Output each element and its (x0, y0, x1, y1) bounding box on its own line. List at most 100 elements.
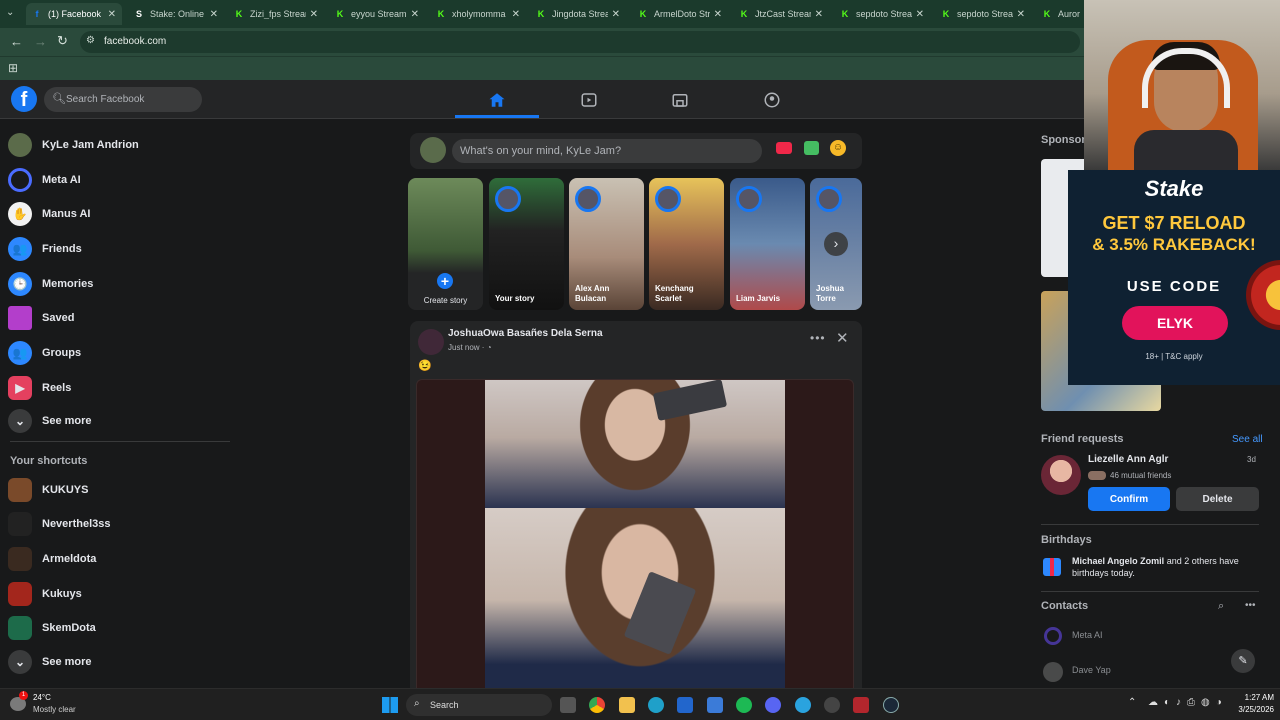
nav-home-tab[interactable] (455, 80, 539, 119)
confirm-button[interactable]: Confirm (1088, 487, 1170, 511)
site-info-icon[interactable]: ⚙ (86, 35, 95, 46)
story-card[interactable]: Liam Jarvis (730, 178, 805, 310)
sidebar-item-friends[interactable]: 👥 Friends (8, 232, 228, 266)
windows-start-icon[interactable] (382, 697, 398, 713)
story-card[interactable]: Your story (489, 178, 564, 310)
contacts-search-icon[interactable]: ⌕ (1218, 600, 1224, 613)
tab-close-icon[interactable]: ✕ (612, 9, 620, 20)
nav-groups-tab[interactable] (730, 80, 814, 119)
nav-marketplace-tab[interactable] (638, 80, 722, 119)
sidebar-item-see-more[interactable]: ⌄ See more (8, 404, 228, 438)
browser-tab[interactable]: K Zizi_fps Stream ✕ (228, 3, 324, 25)
create-story-card[interactable]: + Create story (408, 178, 483, 310)
birthdays-text[interactable]: Michael Angelo Zomil and 2 others have b… (1072, 555, 1257, 579)
sidebar-item-kyle-jam-andrion[interactable]: KyLe Jam Andrion (8, 128, 228, 162)
weather-temp[interactable]: 24°C (33, 693, 51, 702)
browser-tab[interactable]: Kxholymomma ✕ (430, 3, 526, 25)
tab-close-icon[interactable]: ✕ (310, 9, 318, 20)
tab-close-icon[interactable]: ✕ (714, 9, 722, 20)
task-view-icon[interactable] (560, 697, 576, 713)
shortcut-item[interactable]: KUKUYS (8, 473, 228, 507)
post-author[interactable]: JoshuaOwa Basañes Dela Serna (448, 328, 603, 339)
sidebar-item-groups[interactable]: 👥 Groups (8, 336, 228, 370)
browser-tab[interactable]: Ksepdoto Strea ✕ (935, 3, 1031, 25)
ad-code-button[interactable]: ELYK (1122, 306, 1228, 340)
feeling-icon[interactable]: ☺ (830, 140, 846, 156)
browser-tab[interactable]: K JtzCast Stream ✕ (733, 3, 829, 25)
reload-icon[interactable]: ↻ (57, 33, 68, 49)
tab-close-icon[interactable]: ✕ (210, 9, 218, 20)
stories-next-button[interactable]: › (824, 232, 848, 256)
chrome-icon[interactable] (589, 697, 605, 713)
tab-close-icon[interactable]: ✕ (411, 9, 419, 20)
store-icon[interactable] (677, 697, 693, 713)
avatar[interactable] (1041, 455, 1081, 495)
tray-icons[interactable]: ☁◐♪⎙◍◑ (1148, 697, 1228, 708)
tab-close-icon[interactable]: ✕ (815, 9, 823, 20)
contact-dave-yap[interactable]: Dave Yap (1072, 665, 1111, 675)
edge-icon[interactable] (648, 697, 664, 713)
tab-list-button[interactable]: ⌄ (6, 7, 20, 21)
sidebar-item-memories[interactable]: 🕒 Memories (8, 267, 228, 301)
live-video-icon[interactable] (776, 142, 792, 154)
tab-close-icon[interactable]: ✕ (108, 9, 116, 20)
nav-video-tab[interactable] (547, 80, 631, 119)
post-close-button[interactable]: ✕ (836, 329, 849, 347)
browser-tab[interactable]: K Jingdota Strea ✕ (530, 3, 626, 25)
shortcut-item[interactable]: Neverthel3ss (8, 507, 228, 541)
avatar[interactable] (418, 329, 444, 355)
clock-time[interactable]: 1:27 AM (1230, 693, 1274, 702)
shortcut-item[interactable]: SkemDota (8, 611, 228, 645)
shortcuts-see-more[interactable]: ⌄ See more (8, 645, 228, 679)
taskbar-search[interactable]: ⌕ Search (406, 694, 552, 716)
url-bar[interactable]: ⚙ facebook.com (80, 31, 1080, 53)
shortcut-item[interactable]: Armeldota (8, 542, 228, 576)
stake-ad-overlay[interactable]: Stake GET $7 RELOAD & 3.5% RAKEBACK! USE… (1068, 170, 1280, 385)
tab-close-icon[interactable]: ✕ (1017, 9, 1025, 20)
browser-tab[interactable]: K ArmelDoto Str ✕ (632, 3, 728, 25)
sidebar-item-reels[interactable]: ▶ Reels (8, 371, 228, 405)
new-message-button[interactable]: ✎ (1231, 649, 1255, 673)
tab-close-icon[interactable]: ✕ (512, 9, 520, 20)
sidebar-item-meta-ai[interactable]: Meta AI (8, 163, 228, 197)
file-explorer-icon[interactable] (619, 697, 635, 713)
browser-tab[interactable]: K Aurora (1036, 3, 1086, 25)
search-input[interactable]: 🔍︎ Search Facebook (44, 87, 202, 112)
sidebar-item-manus-ai[interactable]: ✋ Manus AI (8, 197, 228, 231)
tab-close-icon[interactable]: ✕ (916, 9, 924, 20)
app-icon[interactable] (707, 697, 723, 713)
birthday-name[interactable]: Michael Angelo Zomil (1072, 556, 1164, 566)
photo-icon[interactable] (804, 141, 819, 155)
post-menu-button[interactable]: ••• (810, 331, 826, 345)
contact-meta-ai[interactable]: Meta AI (1072, 630, 1103, 640)
tray-chevron-icon[interactable]: ⌃ (1128, 697, 1136, 708)
avatar[interactable] (1043, 662, 1063, 682)
composer-input[interactable]: What's on your mind, KyLe Jam? (452, 139, 762, 163)
steam-icon[interactable] (883, 697, 899, 713)
story-card[interactable]: Kenchang Scarlet (649, 178, 724, 310)
browser-tab[interactable]: S Stake: Online C ✕ (128, 3, 224, 25)
back-icon[interactable]: ← (10, 34, 23, 49)
browser-tab[interactable]: f (1) Facebook ✕ (26, 3, 122, 25)
weather-desc[interactable]: Mostly clear (33, 705, 76, 714)
see-all-link[interactable]: See all (1232, 434, 1263, 445)
spotify-icon[interactable] (736, 697, 752, 713)
request-name[interactable]: Liezelle Ann Aglr (1088, 454, 1168, 465)
apps-grid-icon[interactable]: ⊞ (8, 61, 18, 75)
obs-icon[interactable] (824, 697, 840, 713)
telegram-icon[interactable] (795, 697, 811, 713)
browser-tab[interactable]: Ksepdoto Strea ✕ (834, 3, 930, 25)
story-card[interactable]: Alex Ann Bulacan (569, 178, 644, 310)
browser-tab[interactable]: Keyyou Stream ✕ (329, 3, 425, 25)
plus-icon[interactable]: + (434, 270, 456, 292)
forward-icon[interactable]: → (34, 34, 47, 49)
contacts-menu-icon[interactable]: ••• (1245, 600, 1256, 611)
delete-button[interactable]: Delete (1176, 487, 1259, 511)
discord-icon[interactable] (765, 697, 781, 713)
shortcut-item[interactable]: Kukuys (8, 577, 228, 611)
facebook-logo-icon[interactable]: f (11, 86, 37, 112)
sidebar-item-saved[interactable]: Saved (8, 301, 228, 335)
weather-icon[interactable]: 1 (10, 691, 28, 711)
app-icon[interactable] (853, 697, 869, 713)
avatar[interactable] (420, 137, 446, 163)
